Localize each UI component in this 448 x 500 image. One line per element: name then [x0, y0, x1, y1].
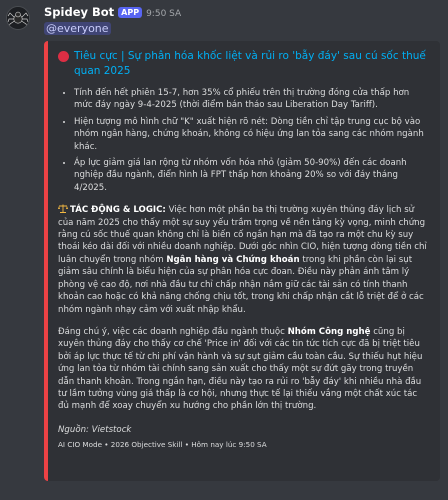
scale-icon [58, 204, 68, 214]
embed-footer: AI CIO Mode • 2026 Objective Skill • Hôm… [58, 439, 267, 449]
embed-title-text[interactable]: Tiêu cực | Sự phân hóa khốc liệt và rủi … [74, 50, 426, 77]
everyone-mention[interactable]: @everyone [44, 22, 111, 35]
spider-avatar-icon [7, 7, 29, 29]
source-line: Nguồn: Vietstock [58, 424, 132, 435]
red-circle-icon [58, 51, 69, 62]
embed-title[interactable]: Tiêu cực | Sự phân hóa khốc liệt và rủi … [58, 49, 430, 79]
bot-avatar[interactable] [6, 6, 30, 30]
message-header: Spidey Bot APP 9:50 SA [44, 5, 181, 19]
author-name[interactable]: Spidey Bot [44, 5, 114, 19]
impact-label: TÁC ĐỘNG & LOGIC: [70, 205, 166, 216]
notable-text-c: cũng bị xuyên thủng đáy cho thấy cơ chế … [58, 326, 423, 412]
notable-paragraph: Đáng chú ý, việc các doanh nghiệp đầu ng… [58, 326, 430, 413]
app-badge: APP [118, 7, 143, 18]
message-timestamp[interactable]: 9:50 SA [146, 9, 181, 19]
notable-bold: Nhóm Công nghệ [287, 326, 371, 337]
notable-text-a: Đáng chú ý, việc các doanh nghiệp đầu ng… [58, 326, 288, 337]
bullet-item: Áp lực giảm giá lan rộng từ nhóm vốn hóa… [74, 157, 430, 194]
impact-bold: Ngân hàng và Chứng khoán [166, 254, 300, 265]
bullet-list: Tính đến hết phiên 15-7, hơn 35% cổ phiế… [58, 87, 430, 194]
embed-card: Tiêu cực | Sự phân hóa khốc liệt và rủi … [44, 41, 440, 481]
bullet-item: Hiện tượng mô hình chữ "K" xuất hiện rõ … [74, 116, 430, 153]
impact-paragraph: TÁC ĐỘNG & LOGIC: Việc hơn một phần ba t… [58, 204, 430, 316]
bullet-item: Tính đến hết phiên 15-7, hơn 35% cổ phiế… [74, 87, 430, 112]
